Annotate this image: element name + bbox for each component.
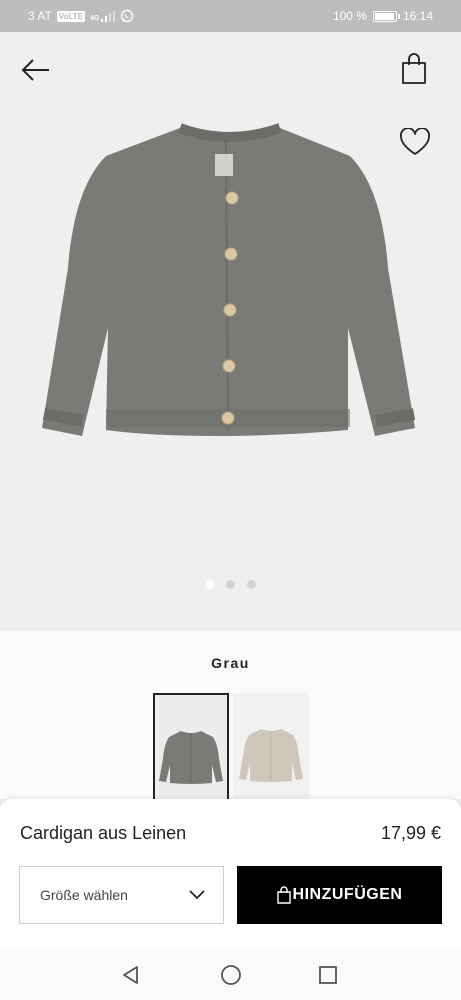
size-select[interactable]: Größe wählen — [19, 866, 224, 924]
pagination-dot[interactable] — [226, 580, 235, 589]
battery-icon — [372, 10, 400, 22]
network-type-label: 4G — [89, 14, 100, 22]
status-bar: 3 AT VoLTE 4G 100 % 16:14 — [0, 0, 461, 32]
selected-color-label: Grau — [211, 655, 250, 671]
arrow-left-icon — [21, 59, 49, 81]
pagination-dot[interactable] — [205, 580, 214, 589]
system-back-button[interactable] — [118, 962, 144, 988]
status-left: 3 AT VoLTE 4G — [28, 9, 134, 23]
color-swatch-grey[interactable] — [153, 693, 229, 799]
volte-badge: VoLTE — [56, 10, 85, 22]
status-right: 100 % 16:14 — [333, 9, 433, 23]
clock: 16:14 — [402, 9, 433, 23]
color-swatch-beige[interactable] — [233, 693, 309, 799]
shopping-bag-icon — [276, 886, 291, 904]
circle-home-icon — [221, 965, 241, 985]
pagination-dot[interactable] — [247, 580, 256, 589]
product-price: 17,99 € — [380, 823, 441, 843]
product-gallery[interactable] — [0, 32, 461, 631]
square-recent-icon — [319, 966, 337, 984]
add-to-cart-button[interactable]: HINZUFÜGEN — [237, 866, 442, 924]
system-recent-apps-button[interactable] — [315, 962, 341, 988]
image-pagination — [0, 580, 461, 589]
system-home-button[interactable] — [218, 962, 244, 988]
grey-cardigan-thumbnail — [159, 731, 223, 784]
beige-cardigan-thumbnail — [239, 729, 303, 782]
product-name: Cardigan aus Leinen — [20, 823, 187, 843]
variant-section: Grau — [0, 631, 461, 799]
shopping-bag-icon — [402, 53, 426, 84]
system-navigation-bar — [0, 949, 461, 1000]
shopping-bag-button[interactable] — [392, 48, 436, 90]
purchase-panel: Cardigan aus Leinen 17,99 € Größe wählen… — [0, 799, 461, 949]
size-select-placeholder: Größe wählen — [40, 887, 128, 903]
battery-fill — [374, 12, 394, 20]
carrier-label: 3 AT — [28, 9, 52, 23]
battery-percent: 100 % — [332, 9, 367, 23]
triangle-back-icon — [123, 966, 138, 984]
signal-icon — [101, 10, 116, 22]
network-indicator: 4G — [89, 10, 116, 22]
chevron-down-icon — [189, 890, 205, 900]
cardigan-image — [42, 123, 416, 436]
whatsapp-icon — [121, 9, 134, 23]
back-button[interactable] — [14, 50, 58, 90]
add-to-cart-label: HINZUFÜGEN — [292, 886, 403, 903]
